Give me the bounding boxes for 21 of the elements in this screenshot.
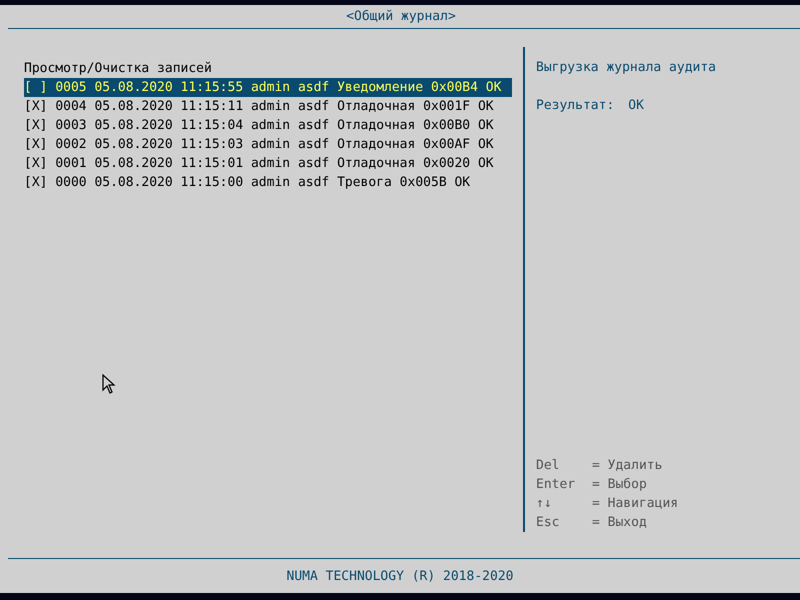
hotkey: Del: [536, 457, 560, 475]
log-entry[interactable]: [X] 0001 05.08.2020 11:15:01 admin asdf Отладочная 0x0020 OK: [24, 154, 523, 173]
result-label: Результат:: [536, 98, 614, 113]
log-entry[interactable]: [X] 0003 05.08.2020 11:15:04 admin asdf Отладочная 0x00B0 OK: [24, 116, 523, 135]
log-entry[interactable]: [X] 0000 05.08.2020 11:15:00 admin asdf Тревога 0x005B OK: [24, 173, 523, 192]
log-entry[interactable]: [X] 0004 05.08.2020 11:15:11 admin asdf Отладочная 0x001F OK: [24, 97, 523, 116]
result-value: OK: [628, 98, 644, 113]
hotkey: Esc: [536, 514, 560, 532]
log-entry[interactable]: [ ] 0005 05.08.2020 11:15:55 admin asdf Уведомление 0x00B4 OK: [24, 78, 512, 97]
hotkey-action: = Выход: [592, 514, 647, 532]
hotkey-action: = Выбор: [592, 476, 647, 494]
hotkey-action: = Навигация: [592, 495, 678, 513]
hotkey-action: = Удалить: [592, 457, 662, 475]
hotkey: ↑↓: [536, 495, 553, 513]
hotkey: Enter: [536, 476, 576, 494]
window-title: <Общий журнал>: [345, 8, 457, 26]
mouse-pointer-icon: [102, 374, 116, 394]
list-heading: Просмотр/Очистка записей: [24, 60, 213, 78]
panel-title: Выгрузка журнала аудита: [536, 59, 718, 77]
log-entry[interactable]: [X] 0002 05.08.2020 11:15:03 admin asdf Отладочная 0x00AF OK: [24, 135, 523, 154]
footer-text: NUMA TECHNOLOGY (R) 2018-2020: [286, 568, 514, 586]
